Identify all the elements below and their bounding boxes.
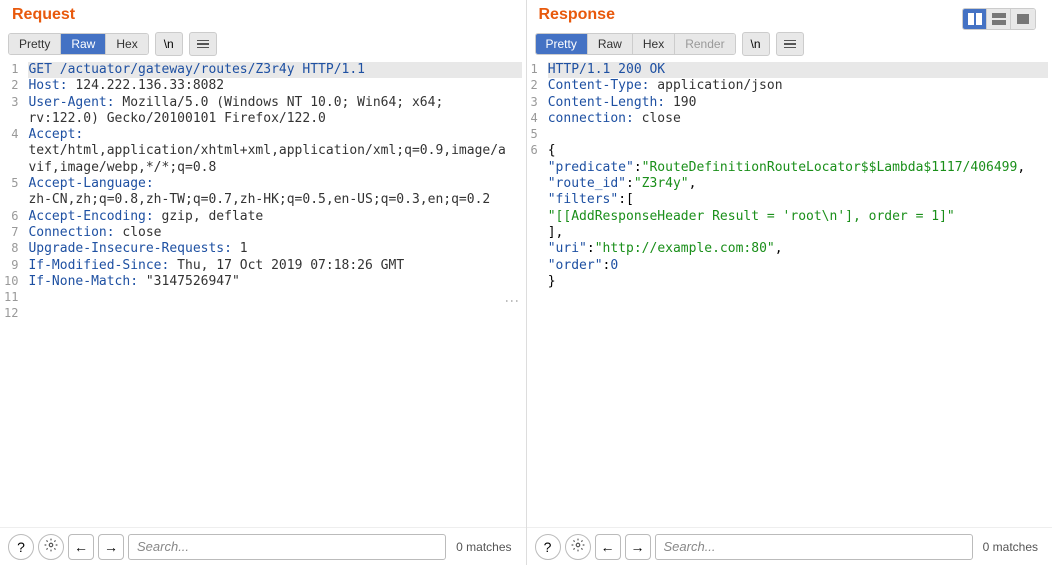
drag-handle-icon[interactable]: ⋮: [502, 294, 520, 307]
code-line: Accept:: [28, 127, 521, 143]
code-line: "order":0: [548, 258, 1048, 274]
code-line: "uri":"http://example.com:80",: [548, 241, 1048, 257]
code-line: Upgrade-Insecure-Requests: 1: [28, 241, 521, 257]
help-icon[interactable]: ?: [535, 534, 561, 560]
response-menu-button[interactable]: [776, 32, 804, 56]
response-tab-raw[interactable]: Raw: [588, 34, 633, 54]
request-footer: ? ← → 0 matches: [0, 527, 526, 565]
code-line: Accept-Encoding: gzip, deflate: [28, 209, 521, 225]
response-search-input[interactable]: [655, 534, 973, 560]
request-tabs-row: PrettyRawHex \n: [0, 32, 526, 60]
code-line: zh-CN,zh;q=0.8,zh-TW;q=0.7,zh-HK;q=0.5,e…: [28, 192, 521, 208]
code-line: GET /actuator/gateway/routes/Z3r4y HTTP/…: [28, 62, 521, 78]
code-line: If-Modified-Since: Thu, 17 Oct 2019 07:1…: [28, 258, 521, 274]
code-line: [28, 290, 521, 306]
response-tab-group: PrettyRawHexRender: [535, 33, 736, 55]
code-line: Content-Length: 190: [548, 95, 1048, 111]
request-match-count: 0 matches: [450, 540, 517, 554]
response-newline-button[interactable]: \n: [742, 32, 770, 56]
response-tab-hex[interactable]: Hex: [633, 34, 675, 54]
code-line: "route_id":"Z3r4y",: [548, 176, 1048, 192]
prev-arrow-icon[interactable]: ←: [595, 534, 621, 560]
code-line: Connection: close: [28, 225, 521, 241]
code-line: }: [548, 274, 1048, 290]
code-line: Content-Type: application/json: [548, 78, 1048, 94]
gear-icon[interactable]: [38, 534, 64, 560]
response-editor[interactable]: 123456 HTTP/1.1 200 OKContent-Type: appl…: [527, 60, 1052, 527]
code-line: {: [548, 143, 1048, 159]
code-line: Accept-Language:: [28, 176, 521, 192]
help-icon[interactable]: ?: [8, 534, 34, 560]
code-line: [28, 306, 521, 322]
code-line: text/html,application/xhtml+xml,applicat…: [28, 143, 521, 159]
code-line: Host: 124.222.136.33:8082: [28, 78, 521, 94]
response-panel: Response PrettyRawHexRender \n 123456 HT…: [527, 0, 1052, 565]
request-tab-raw[interactable]: Raw: [61, 34, 106, 54]
layout-split-horizontal-button[interactable]: [987, 9, 1011, 29]
code-line: vif,image/webp,*/*;q=0.8: [28, 160, 521, 176]
response-footer: ? ← → 0 matches: [527, 527, 1052, 565]
code-line: [548, 127, 1048, 143]
code-line: ],: [548, 225, 1048, 241]
code-line: "filters":[: [548, 192, 1048, 208]
request-search-input[interactable]: [128, 534, 446, 560]
request-tab-pretty[interactable]: Pretty: [9, 34, 61, 54]
next-arrow-icon[interactable]: →: [625, 534, 651, 560]
request-editor[interactable]: 123456789101112 GET /actuator/gateway/ro…: [0, 60, 526, 527]
code-line: connection: close: [548, 111, 1048, 127]
layout-toggle: [962, 8, 1036, 30]
request-newline-button[interactable]: \n: [155, 32, 183, 56]
request-tab-hex[interactable]: Hex: [106, 34, 147, 54]
code-line: User-Agent: Mozilla/5.0 (Windows NT 10.0…: [28, 95, 521, 111]
request-tab-group: PrettyRawHex: [8, 33, 149, 55]
code-line: "[[AddResponseHeader Result = 'root\n'],…: [548, 209, 1048, 225]
response-tab-pretty[interactable]: Pretty: [536, 34, 588, 54]
layout-split-vertical-button[interactable]: [963, 9, 987, 29]
request-panel: Request PrettyRawHex \n 123456789101112 …: [0, 0, 527, 565]
code-line: HTTP/1.1 200 OK: [548, 62, 1048, 78]
code-line: "predicate":"RouteDefinitionRouteLocator…: [548, 160, 1048, 176]
layout-single-button[interactable]: [1011, 9, 1035, 29]
code-line: rv:122.0) Gecko/20100101 Firefox/122.0: [28, 111, 521, 127]
prev-arrow-icon[interactable]: ←: [68, 534, 94, 560]
next-arrow-icon[interactable]: →: [98, 534, 124, 560]
request-title: Request: [0, 0, 526, 32]
request-menu-button[interactable]: [189, 32, 217, 56]
response-tab-render[interactable]: Render: [675, 34, 734, 54]
response-match-count: 0 matches: [977, 540, 1044, 554]
response-tabs-row: PrettyRawHexRender \n: [527, 32, 1052, 60]
code-line: If-None-Match: "3147526947": [28, 274, 521, 290]
gear-icon[interactable]: [565, 534, 591, 560]
